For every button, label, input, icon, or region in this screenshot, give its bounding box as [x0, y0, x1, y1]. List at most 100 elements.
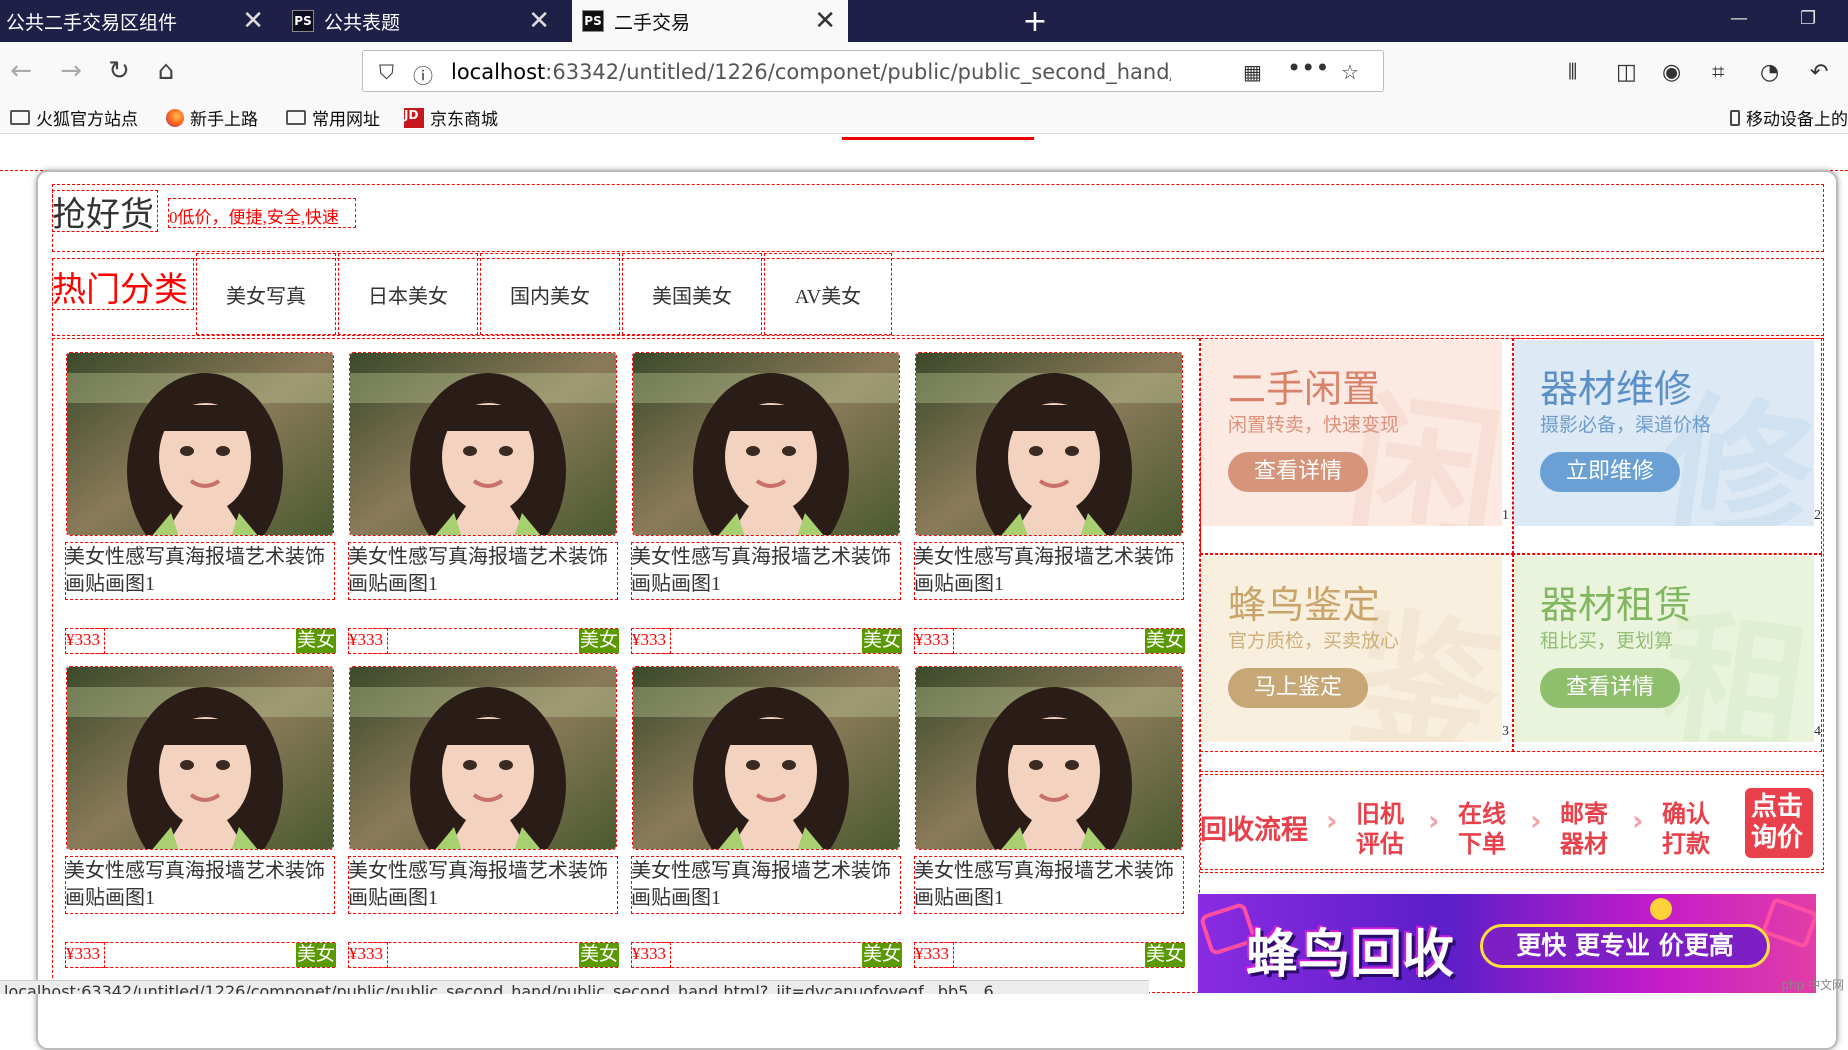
portrait-photo: [916, 353, 1182, 535]
product-tag[interactable]: 美女: [579, 629, 619, 653]
bookmark-common-sites[interactable]: 常用网址: [286, 105, 380, 130]
recycle-banner[interactable]: 蜂鸟回收 更快 更专业 价更高: [1198, 894, 1816, 993]
product-tag[interactable]: 美女: [862, 943, 902, 967]
product-image[interactable]: [349, 352, 617, 536]
banner-slogan: 更快 更专业 价更高: [1480, 924, 1770, 968]
url-host: localhost: [451, 60, 546, 84]
info-icon[interactable]: ⓘ: [413, 60, 433, 89]
star-icon[interactable]: ☆: [1341, 60, 1359, 84]
product-image[interactable]: [349, 666, 617, 850]
bookmark-mobile[interactable]: 移动设备上的: [1730, 105, 1848, 130]
product-image[interactable]: [915, 666, 1183, 850]
firefox-icon: [166, 108, 184, 127]
chevron-right-icon: ›: [1326, 804, 1338, 837]
tab-second-hand-component[interactable]: 公共二手交易区组件 ✕: [0, 0, 276, 42]
product-title[interactable]: 美女性感写真海报墙艺术装饰画贴画图1: [348, 858, 620, 912]
section-subtitle: 0低价，便捷,安全,快速: [169, 208, 339, 227]
url-text[interactable]: localhost:63342/untitled/1226/componet/p…: [451, 60, 1171, 84]
product-price-row: [914, 628, 1184, 654]
product-title[interactable]: 美女性感写真海报墙艺术装饰画贴画图1: [631, 858, 903, 912]
close-icon[interactable]: ✕: [242, 6, 264, 36]
chevron-right-icon: ›: [1632, 804, 1644, 837]
forward-icon[interactable]: →: [52, 52, 90, 90]
phpstorm-icon: PS: [582, 10, 604, 32]
product-tag[interactable]: 美女: [1145, 629, 1185, 653]
product-price-row: [65, 628, 335, 654]
minimize-icon[interactable]: —: [1730, 8, 1748, 29]
inquiry-line-1: 点击: [1751, 792, 1804, 822]
red-underline: [842, 137, 1034, 140]
tab-second-hand-trade[interactable]: PS 二手交易 ✕: [572, 0, 848, 42]
home-icon[interactable]: ⌂: [147, 52, 185, 90]
reload-icon[interactable]: ↻: [100, 52, 138, 90]
crop-icon[interactable]: ⌗: [1712, 60, 1724, 85]
address-bar[interactable]: ⛉ ⓘ localhost:63342/untitled/1226/compon…: [362, 50, 1384, 92]
product-image[interactable]: [632, 352, 900, 536]
folder-icon: [10, 110, 30, 125]
bookmark-label: 京东商城: [430, 110, 498, 130]
status-url: localhost:63342/untitled/1226/componet/p…: [0, 980, 1149, 994]
more-icon[interactable]: •••: [1287, 54, 1329, 82]
product-tag[interactable]: 美女: [296, 629, 336, 653]
inquiry-button[interactable]: 点击 询价: [1745, 788, 1813, 858]
category-japan[interactable]: 日本美女: [338, 280, 478, 309]
product-title[interactable]: 美女性感写真海报墙艺术装饰画贴画图1: [914, 858, 1186, 912]
product-tag[interactable]: 美女: [862, 629, 902, 653]
product-price: ¥333: [66, 630, 100, 649]
phpstorm-icon: PS: [292, 10, 314, 32]
new-tab-button[interactable]: +: [1014, 0, 1056, 42]
account-icon[interactable]: ◉: [1662, 60, 1681, 85]
product-title[interactable]: 美女性感写真海报墙艺术装饰画贴画图1: [65, 858, 337, 912]
watermark: php 中文网: [1781, 978, 1844, 992]
product-image[interactable]: [632, 666, 900, 850]
product-price-row: [65, 942, 335, 968]
product-title[interactable]: 美女性感写真海报墙艺术装饰画贴画图1: [914, 544, 1186, 598]
product-title[interactable]: 美女性感写真海报墙艺术装饰画贴画图1: [348, 544, 620, 598]
close-icon[interactable]: ✕: [528, 6, 550, 36]
tab-public-title[interactable]: PS 公共表题 ✕: [286, 0, 562, 42]
product-price-row: [348, 942, 618, 968]
product-image[interactable]: [915, 352, 1183, 536]
tab-label: 二手交易: [614, 11, 691, 34]
product-image[interactable]: [66, 352, 334, 536]
chat-icon[interactable]: ◔: [1760, 60, 1779, 85]
portrait-photo: [350, 667, 616, 849]
sidebar-icon[interactable]: ◫: [1616, 60, 1637, 85]
restore-icon[interactable]: ❐: [1800, 8, 1816, 29]
product-tag[interactable]: 美女: [579, 943, 619, 967]
qr-code-icon[interactable]: ▦: [1243, 60, 1262, 84]
portrait-photo: [67, 353, 333, 535]
bookmark-getting-started[interactable]: 新手上路: [166, 105, 258, 130]
product-tag[interactable]: 美女: [1145, 943, 1185, 967]
coin-icon: [1650, 898, 1672, 920]
category-domestic[interactable]: 国内美女: [480, 280, 620, 309]
product-price: ¥333: [349, 630, 383, 649]
bookmark-label: 移动设备上的: [1746, 110, 1848, 130]
bookmarks-bar: 火狐官方站点 新手上路 常用网址 JD 京东商城 移动设备上的: [0, 100, 1848, 134]
process-step-text: 评估: [1356, 830, 1404, 858]
tab-bar: 公共二手交易区组件 ✕ PS 公共表题 ✕ PS 二手交易 ✕ + — ❐: [0, 0, 1848, 42]
undo-icon[interactable]: ↶: [1810, 60, 1828, 85]
inquiry-line-2: 询价: [1751, 823, 1804, 853]
library-icon[interactable]: ⫴: [1568, 60, 1577, 85]
product-tag[interactable]: 美女: [296, 943, 336, 967]
banner-title: 蜂鸟回收: [1246, 925, 1455, 985]
category-beauty-photo[interactable]: 美女写真: [196, 280, 336, 309]
product-title[interactable]: 美女性感写真海报墙艺术装饰画贴画图1: [65, 544, 337, 598]
jd-icon: JD: [404, 107, 424, 128]
chevron-right-icon: ›: [1428, 804, 1440, 837]
service-area: [1200, 338, 1824, 772]
category-usa[interactable]: 美国美女: [622, 280, 762, 309]
product-title[interactable]: 美女性感写真海报墙艺术装饰画贴画图1: [631, 544, 903, 598]
process-step-text: 器材: [1560, 830, 1608, 858]
bookmark-firefox-official[interactable]: 火狐官方站点: [10, 105, 138, 130]
process-label: 回收流程: [1200, 815, 1308, 846]
shield-icon[interactable]: ⛉: [379, 60, 394, 84]
close-icon[interactable]: ✕: [814, 6, 836, 36]
back-icon[interactable]: ←: [2, 52, 40, 90]
bookmark-jd[interactable]: JD 京东商城: [404, 105, 498, 130]
product-image[interactable]: [66, 666, 334, 850]
product-price: ¥333: [632, 630, 666, 649]
tab-label: 公共表题: [324, 11, 401, 34]
category-av[interactable]: AV美女: [764, 280, 892, 309]
